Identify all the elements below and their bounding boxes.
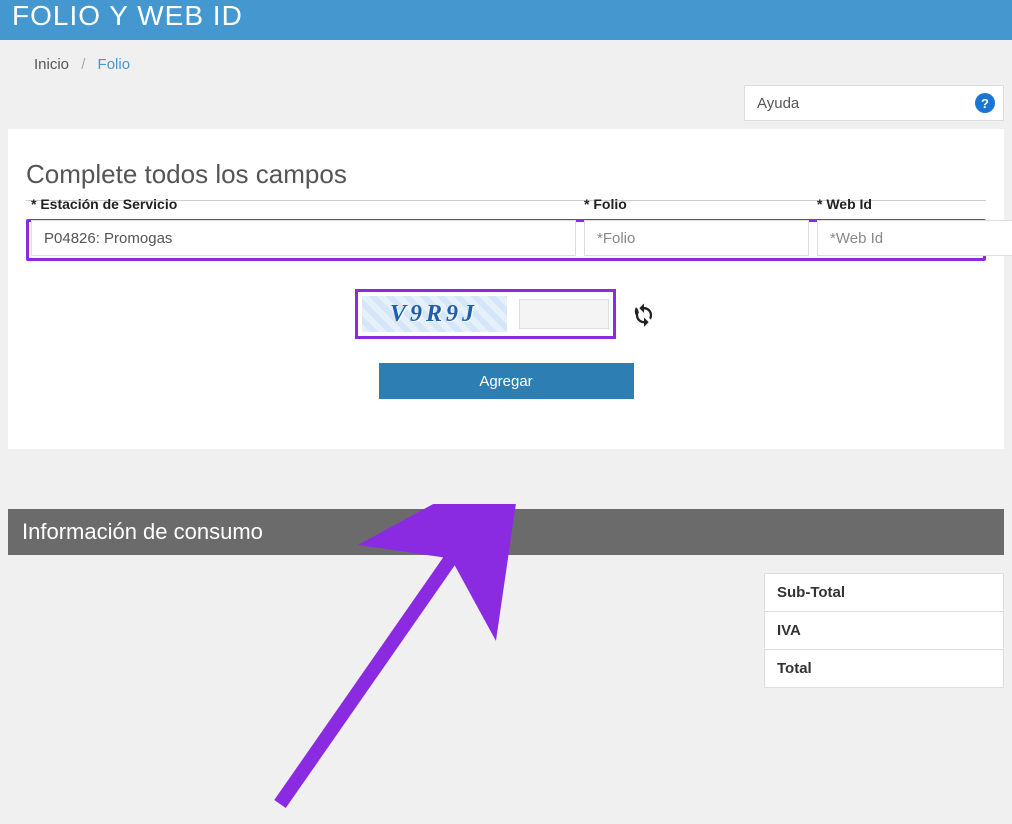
breadcrumb-current: Folio <box>98 56 131 73</box>
totals-iva-label: IVA <box>765 612 1004 650</box>
captcha-input[interactable] <box>519 299 609 329</box>
captcha-image: V9R9J <box>362 296 507 332</box>
help-icon[interactable]: ? <box>975 93 995 113</box>
page-title: FOLIO Y WEB ID <box>12 0 1000 32</box>
page-title-bar: FOLIO Y WEB ID <box>0 0 1012 40</box>
field-highlight-box: * Estación de Servicio * Folio * Web Id <box>26 219 986 261</box>
breadcrumb: Inicio / Folio <box>0 40 1012 85</box>
folio-input[interactable] <box>584 220 809 256</box>
help-label: Ayuda <box>757 95 799 112</box>
consumption-heading: Información de consumo <box>8 509 1004 555</box>
form-panel: Complete todos los campos * Estación de … <box>8 129 1004 449</box>
station-input[interactable] <box>31 220 576 256</box>
label-station: * Estación de Servicio <box>31 196 576 212</box>
agregar-button[interactable]: Agregar <box>379 363 634 399</box>
breadcrumb-separator: / <box>81 56 85 73</box>
label-folio: * Folio <box>584 196 809 212</box>
refresh-icon[interactable] <box>630 300 658 328</box>
form-heading: Complete todos los campos <box>26 159 986 201</box>
totals-subtotal-label: Sub-Total <box>765 574 1004 612</box>
help-box[interactable]: Ayuda ? <box>744 85 1004 121</box>
totals-total-label: Total <box>765 650 1004 688</box>
webid-input[interactable] <box>817 220 1012 256</box>
label-webid: * Web Id <box>817 196 1012 212</box>
breadcrumb-home[interactable]: Inicio <box>34 56 69 73</box>
captcha-highlight-box: V9R9J <box>355 289 616 339</box>
totals-block: Sub-Total IVA Total <box>8 573 1004 688</box>
